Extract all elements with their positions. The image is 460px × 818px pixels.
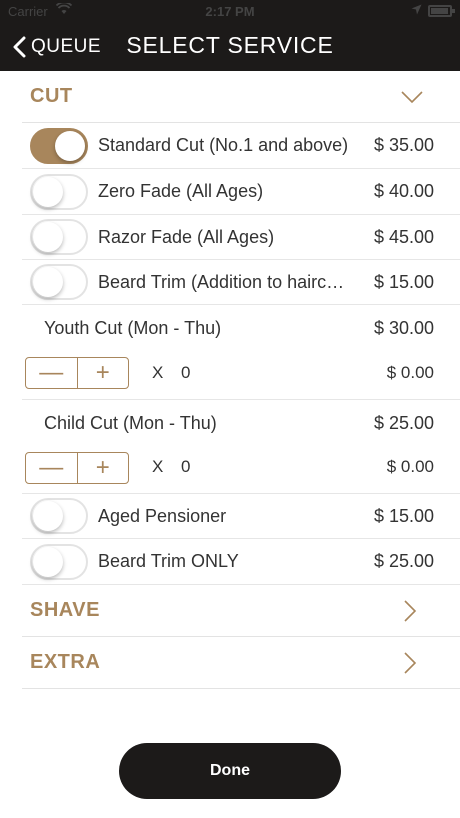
battery-icon: [428, 5, 455, 17]
quantity-row: Youth Cut (Mon - Thu) $ 30.00 — + X 0 $ …: [22, 305, 460, 400]
quantity-total: $ 0.00: [386, 363, 434, 382]
service-name: Razor Fade (All Ages): [98, 227, 275, 247]
chevron-right-icon: [404, 652, 417, 674]
section-title: EXTRA: [30, 651, 101, 673]
location-icon: [411, 3, 422, 18]
done-button[interactable]: Done: [119, 743, 341, 799]
plus-icon: +: [95, 454, 110, 481]
minus-icon: —: [39, 359, 64, 386]
service-name: Beard Trim (Addition to hairc…: [98, 272, 345, 292]
service-name: Standard Cut (No.1 and above): [98, 135, 349, 155]
section-extra-header[interactable]: EXTRA: [22, 637, 460, 689]
service-name: Child Cut (Mon - Thu): [44, 413, 217, 433]
quantity-count: 0: [181, 363, 191, 382]
service-name: Youth Cut (Mon - Thu): [44, 318, 222, 338]
quantity-stepper: — +: [25, 452, 129, 484]
service-toggle[interactable]: [30, 498, 88, 534]
chevron-right-icon: [404, 600, 417, 622]
quantity-count: 0: [181, 457, 191, 476]
service-name: Beard Trim ONLY: [98, 551, 239, 571]
service-toggle[interactable]: [30, 219, 88, 255]
service-row: Aged Pensioner $ 15.00: [22, 494, 460, 539]
quantity-total: $ 0.00: [386, 457, 434, 476]
service-name: Zero Fade (All Ages): [98, 181, 264, 201]
service-price: $ 30.00: [373, 318, 434, 338]
quantity-multiplier: X: [152, 363, 164, 382]
section-cut-header[interactable]: CUT: [22, 71, 460, 123]
service-price: $ 45.00: [373, 227, 434, 247]
service-price: $ 40.00: [373, 181, 434, 201]
decrement-button[interactable]: —: [26, 453, 77, 483]
service-toggle[interactable]: [30, 264, 88, 300]
service-toggle[interactable]: [30, 174, 88, 210]
increment-button[interactable]: +: [76, 358, 129, 388]
service-name: Aged Pensioner: [98, 506, 227, 526]
quantity-stepper: — +: [25, 357, 129, 389]
service-price: $ 35.00: [373, 135, 434, 155]
plus-icon: +: [95, 359, 110, 386]
service-row: Beard Trim ONLY $ 25.00: [22, 539, 460, 585]
decrement-button[interactable]: —: [26, 358, 77, 388]
service-row: Razor Fade (All Ages) $ 45.00: [22, 215, 460, 260]
section-shave-header[interactable]: SHAVE: [22, 585, 460, 637]
service-row: Standard Cut (No.1 and above) $ 35.00: [22, 123, 460, 169]
quantity-multiplier: X: [152, 457, 164, 476]
status-bar: Carrier 2:17 PM: [0, 0, 460, 22]
minus-icon: —: [39, 454, 64, 481]
increment-button[interactable]: +: [76, 453, 129, 483]
page-title: SELECT SERVICE: [126, 32, 334, 58]
service-price: $ 15.00: [373, 506, 434, 526]
status-time: 2:17 PM: [205, 4, 255, 19]
service-row: Zero Fade (All Ages) $ 40.00: [22, 169, 460, 215]
service-price: $ 15.00: [373, 272, 434, 292]
service-price: $ 25.00: [373, 413, 434, 433]
chevron-down-icon: [401, 91, 423, 104]
section-title: SHAVE: [30, 599, 100, 621]
section-title: CUT: [30, 85, 73, 107]
service-price: $ 25.00: [373, 551, 434, 571]
quantity-row: Child Cut (Mon - Thu) $ 25.00 — + X 0 $ …: [22, 400, 460, 494]
service-toggle[interactable]: [30, 544, 88, 580]
service-row: Beard Trim (Addition to hairc… $ 15.00: [22, 260, 460, 305]
service-toggle[interactable]: [30, 128, 88, 164]
nav-bar: Carrier 2:17 PM QUEUE SELECT SERVICE: [0, 0, 460, 71]
